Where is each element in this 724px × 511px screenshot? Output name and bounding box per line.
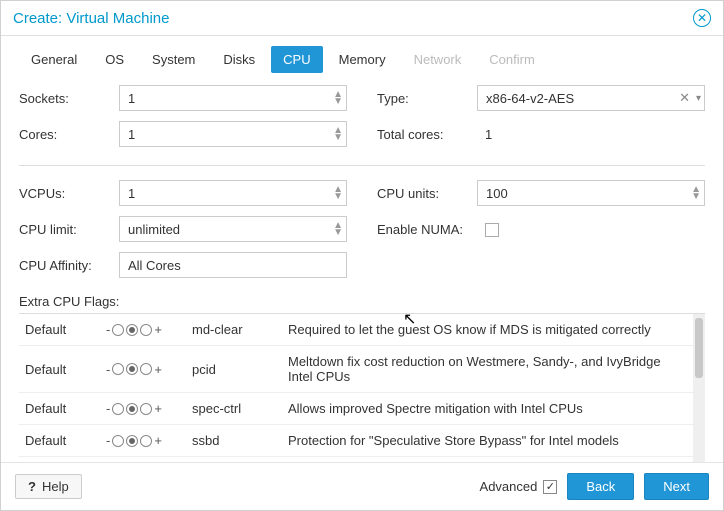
enablenuma-checkbox[interactable] [485,223,499,237]
divider [19,165,705,166]
help-button[interactable]: ? Help [15,474,82,499]
dialog-title: Create: Virtual Machine [13,10,169,27]
flag-desc: Required to let the guest OS know if MDS… [288,322,687,337]
flag-default: Default [25,433,100,448]
cpuaffinity-field[interactable] [119,252,347,278]
cpuaffinity-label: CPU Affinity: [19,258,119,273]
scrollbar-thumb[interactable] [695,318,703,378]
clear-icon[interactable]: ✕ [679,90,690,106]
cores-label: Cores: [19,127,119,142]
cores-field[interactable]: ▲▼ [119,121,347,147]
flag-name: ssbd [192,433,282,448]
flag-desc: Allows improved Spectre mitigation with … [288,401,687,416]
tab-memory[interactable]: Memory [327,46,398,73]
tab-confirm: Confirm [477,46,547,73]
dialog-footer: ? Help Advanced ✓ Back Next [1,462,723,510]
chevron-down-icon[interactable]: ▾ [696,93,701,104]
flag-row: Default - + ibpb Allows improved Spectre… [19,457,693,462]
flag-toggle[interactable]: - + [106,433,186,448]
type-input[interactable] [477,85,705,111]
tab-cpu[interactable]: CPU [271,46,322,73]
vcpus-input[interactable] [119,180,347,206]
advanced-label: Advanced [480,479,538,494]
tab-os[interactable]: OS [93,46,136,73]
extra-flags-title: Extra CPU Flags: [19,294,705,309]
help-label: Help [42,479,69,494]
sockets-input[interactable] [119,85,347,111]
next-button[interactable]: Next [644,473,709,500]
cpulimit-field[interactable]: ▲▼ [119,216,347,242]
tab-general[interactable]: General [19,46,89,73]
flags-scrollbar[interactable] [693,314,705,462]
flag-desc: Meltdown fix cost reduction on Westmere,… [288,354,687,384]
flag-default: Default [25,362,100,377]
flags-table: Default - + md-clear Required to let the… [19,314,693,462]
tab-network: Network [402,46,474,73]
dialog-body: Sockets: ▲▼ Type: ✕ ▾ Cores: ▲▼ Total co… [1,81,723,462]
sockets-label: Sockets: [19,91,119,106]
type-field[interactable]: ✕ ▾ [477,85,705,111]
flag-default: Default [25,401,100,416]
close-icon[interactable]: ✕ [693,9,711,27]
cpulimit-label: CPU limit: [19,222,119,237]
flag-name: spec-ctrl [192,401,282,416]
flag-toggle[interactable]: - + [106,401,186,416]
cpuunits-field[interactable]: ▲▼ [477,180,705,206]
cpulimit-input[interactable] [119,216,347,242]
advanced-toggle[interactable]: Advanced ✓ [480,479,558,494]
enablenuma-label: Enable NUMA: [377,222,477,237]
tab-system[interactable]: System [140,46,207,73]
flag-default: Default [25,322,100,337]
flag-row: Default - + spec-ctrl Allows improved Sp… [19,393,693,425]
vcpus-field[interactable]: ▲▼ [119,180,347,206]
vcpus-label: VCPUs: [19,186,119,201]
flag-row: Default - + md-clear Required to let the… [19,314,693,346]
flag-toggle[interactable]: - + [106,322,186,337]
flag-toggle[interactable]: - + [106,362,186,377]
flag-row: Default - + ssbd Protection for "Specula… [19,425,693,457]
cpuaffinity-input[interactable] [119,252,347,278]
advanced-checkbox[interactable]: ✓ [543,480,557,494]
help-icon: ? [28,479,36,494]
flag-row: Default - + pcid Meltdown fix cost reduc… [19,346,693,393]
totalcores-value: 1 [477,127,705,142]
type-label: Type: [377,91,477,106]
flag-name: md-clear [192,322,282,337]
cores-input[interactable] [119,121,347,147]
sockets-field[interactable]: ▲▼ [119,85,347,111]
tab-strip: General OS System Disks CPU Memory Netwo… [1,36,723,81]
cpuunits-input[interactable] [477,180,705,206]
flag-name: pcid [192,362,282,377]
back-button[interactable]: Back [567,473,634,500]
cpuunits-label: CPU units: [377,186,477,201]
totalcores-label: Total cores: [377,127,477,142]
titlebar: Create: Virtual Machine ✕ [1,1,723,36]
flag-desc: Protection for "Speculative Store Bypass… [288,433,687,448]
vm-create-dialog: Create: Virtual Machine ✕ General OS Sys… [0,0,724,511]
flags-container: Default - + md-clear Required to let the… [19,313,705,462]
tab-disks[interactable]: Disks [211,46,267,73]
cpu-form: Sockets: ▲▼ Type: ✕ ▾ Cores: ▲▼ Total co… [19,85,705,278]
